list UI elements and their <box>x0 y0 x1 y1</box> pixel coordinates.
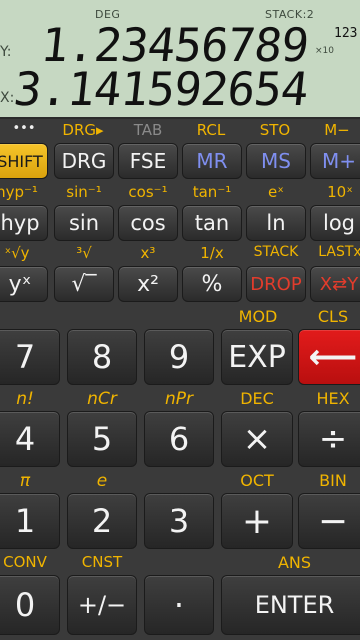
label-conv: CONV <box>3 553 47 571</box>
label-pi: π <box>19 471 31 491</box>
label-hex: HEX <box>316 389 350 408</box>
label-hyp-inverse: hyp⁻¹ <box>0 183 38 201</box>
y-exponent: 123 <box>334 26 358 41</box>
label-rcl: RCL <box>196 121 226 139</box>
label-asin: sin⁻¹ <box>66 183 102 201</box>
menu-dots-icon[interactable]: ••• <box>4 121 44 136</box>
shift-button[interactable]: SHIFT <box>0 143 48 179</box>
minus-button[interactable]: − <box>298 493 360 549</box>
enter-button[interactable]: ENTER <box>221 575 360 635</box>
ln-button[interactable]: ln <box>246 205 306 241</box>
label-mod: MOD <box>238 307 278 326</box>
digit-6-button[interactable]: 6 <box>144 411 214 467</box>
label-stack: STACK <box>253 244 299 260</box>
percent-button[interactable]: % <box>182 266 242 302</box>
digit-5-button[interactable]: 5 <box>67 411 137 467</box>
mr-button[interactable]: MR <box>182 143 242 179</box>
x-register-value: 3.141592654 <box>11 62 311 116</box>
label-ten-power: 10ˣ <box>327 183 353 201</box>
label-euler: e <box>96 471 108 491</box>
multiply-button[interactable]: × <box>221 411 293 467</box>
label-exp-e: eˣ <box>268 183 284 201</box>
x-squared-button[interactable]: x² <box>118 266 178 302</box>
hyp-button[interactable]: hyp <box>0 205 48 241</box>
label-bin: BIN <box>319 471 347 490</box>
label-acos: cos⁻¹ <box>128 183 168 201</box>
label-cnst: CNST <box>81 553 123 571</box>
label-drg-arrow: DRG▸ <box>62 121 104 139</box>
y-exponent-base: ×10 <box>315 46 334 56</box>
lcd-display: DEG STACK:2 Y: 1.23456789 ×10 123 X: 3.1… <box>0 0 360 119</box>
plus-minus-button[interactable]: +/− <box>67 575 137 635</box>
plus-button[interactable]: + <box>221 493 293 549</box>
m-plus-button[interactable]: M+ <box>310 143 360 179</box>
square-root-button[interactable]: √‾ <box>54 266 114 302</box>
label-tab: TAB <box>133 121 163 139</box>
label-lastx: LASTx <box>318 244 360 260</box>
digit-1-button[interactable]: 1 <box>0 493 60 549</box>
label-ncr: nCr <box>87 389 117 409</box>
label-m-minus: M− <box>324 121 350 139</box>
label-factorial: n! <box>16 389 34 409</box>
label-ans: ANS <box>277 553 312 572</box>
swap-xy-button[interactable]: X⇄Y <box>310 266 360 302</box>
exp-button[interactable]: EXP <box>221 329 293 385</box>
digit-7-button[interactable]: 7 <box>0 329 60 385</box>
ms-button[interactable]: MS <box>246 143 306 179</box>
y-power-x-button[interactable]: yˣ <box>0 266 48 302</box>
y-register-label: Y: <box>0 44 12 60</box>
digit-0-button[interactable]: 0 <box>0 575 60 635</box>
label-xth-root: ˣ√y <box>4 244 30 262</box>
tan-button[interactable]: tan <box>182 205 242 241</box>
memory-row: ••• DRG▸ TAB RCL STO M− SHIFT DRG FSE MR… <box>0 119 360 184</box>
label-sto: STO <box>259 121 291 139</box>
digit-8-button[interactable]: 8 <box>67 329 137 385</box>
digit-4-button[interactable]: 4 <box>0 411 60 467</box>
fse-button[interactable]: FSE <box>118 143 178 179</box>
digits-row-0: CONV CNST ANS 0 +/− · ENTER <box>0 553 360 640</box>
label-reciprocal: 1/x <box>200 244 224 262</box>
digit-2-button[interactable]: 2 <box>67 493 137 549</box>
digits-row-456: n! nCr nPr DEC HEX 4 5 6 × ÷ <box>0 389 360 471</box>
label-oct: OCT <box>240 471 274 490</box>
drop-button[interactable]: DROP <box>246 266 306 302</box>
label-npr: nPr <box>164 389 193 409</box>
divide-button[interactable]: ÷ <box>298 411 360 467</box>
drg-button[interactable]: DRG <box>54 143 114 179</box>
backspace-button[interactable]: ⟵ <box>298 329 360 385</box>
label-atan: tan⁻¹ <box>192 183 232 201</box>
label-dec: DEC <box>240 389 274 408</box>
digits-row-123: π e OCT BIN 1 2 3 + − <box>0 471 360 553</box>
function-row-1: hyp⁻¹ sin⁻¹ cos⁻¹ tan⁻¹ eˣ 10ˣ hyp sin c… <box>0 183 360 243</box>
sin-button[interactable]: sin <box>54 205 114 241</box>
function-row-2: ˣ√y ³√ x³ 1/x STACK LASTx yˣ √‾ x² % DRO… <box>0 244 360 306</box>
label-cube-root: ³√ <box>76 244 92 262</box>
digit-9-button[interactable]: 9 <box>144 329 214 385</box>
label-cls: CLS <box>317 307 349 326</box>
digit-3-button[interactable]: 3 <box>144 493 214 549</box>
log-button[interactable]: log <box>310 205 360 241</box>
label-x-cubed: x³ <box>140 244 156 262</box>
digits-row-789: MOD CLS 7 8 9 EXP ⟵ <box>0 307 360 389</box>
cos-button[interactable]: cos <box>118 205 178 241</box>
decimal-point-button[interactable]: · <box>144 575 214 635</box>
